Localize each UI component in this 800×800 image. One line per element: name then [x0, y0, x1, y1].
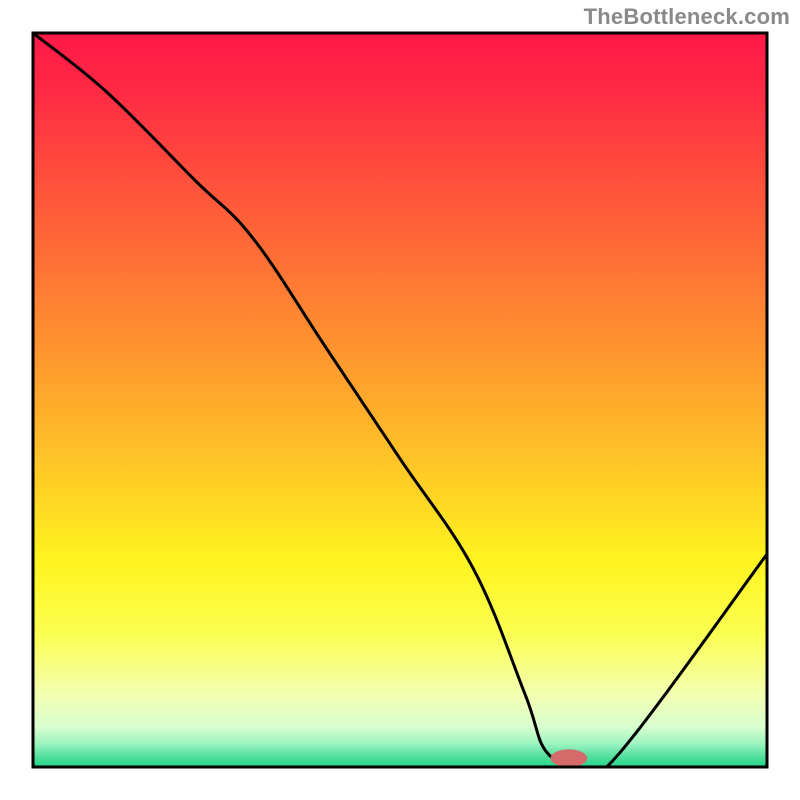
watermark-text: TheBottleneck.com — [584, 4, 790, 30]
optimal-marker — [550, 749, 587, 767]
plot-background — [33, 33, 767, 767]
bottleneck-chart — [0, 0, 800, 800]
chart-stage: TheBottleneck.com — [0, 0, 800, 800]
